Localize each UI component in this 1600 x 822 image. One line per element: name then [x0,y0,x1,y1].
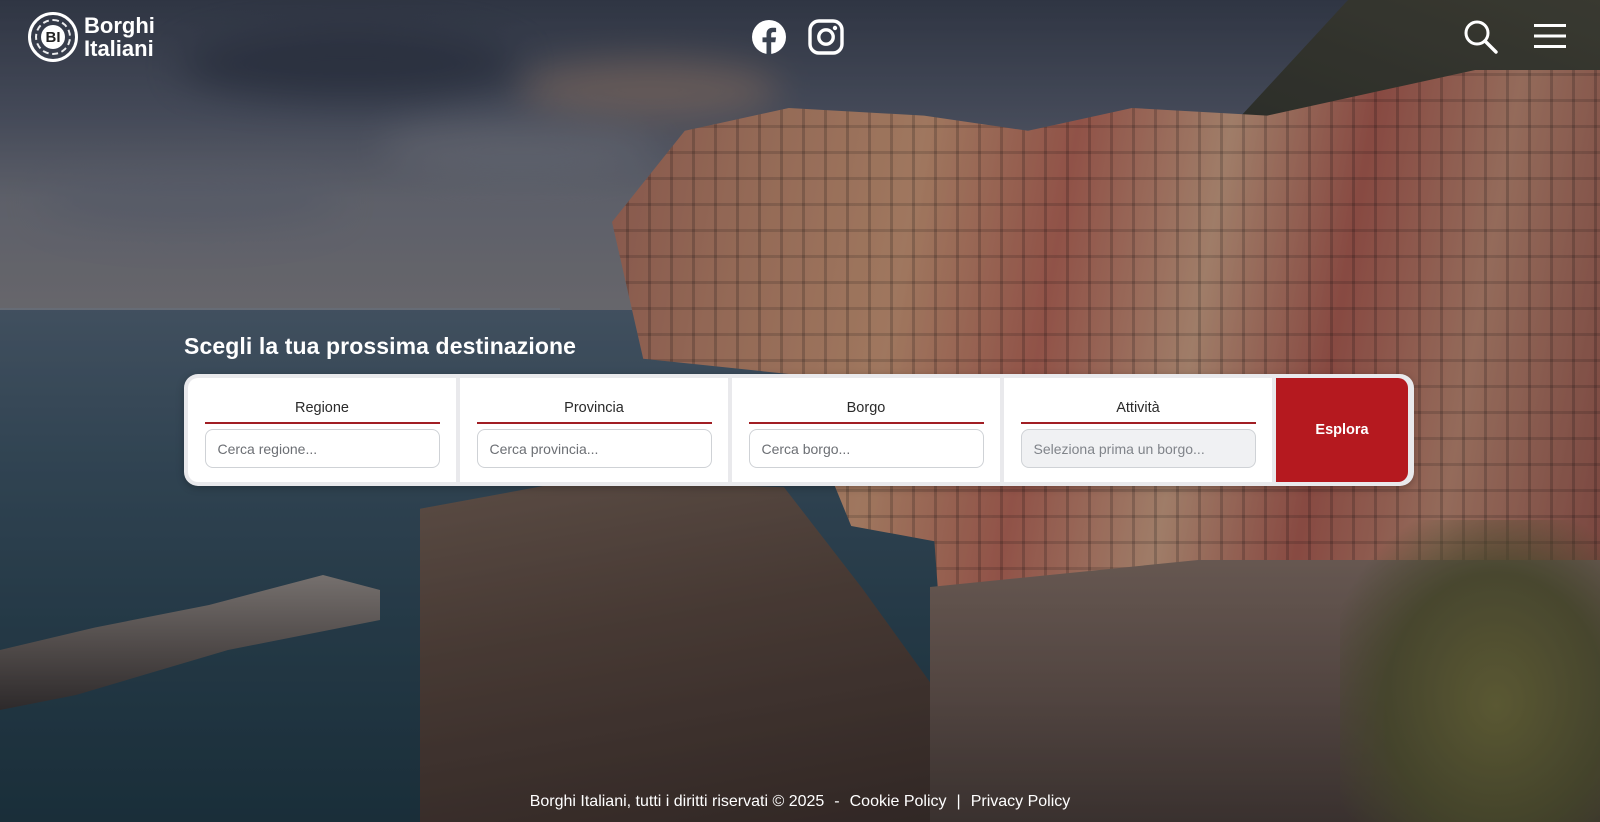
footer: Borghi Italiani, tutti i diritti riserva… [0,793,1600,811]
logo-initials: BI [41,25,65,49]
village-input[interactable] [748,429,984,468]
search-button[interactable] [1460,16,1500,56]
activity-field: Attività [1004,378,1272,482]
region-input[interactable] [204,429,440,468]
activity-input[interactable] [1020,429,1256,468]
logo-line-1: Borghi [84,13,155,38]
header-actions [1460,16,1570,56]
social-links [750,18,844,55]
province-field: Provincia [460,378,728,482]
region-label: Regione [204,400,440,424]
province-label: Provincia [476,400,712,424]
province-input[interactable] [476,429,712,468]
activity-label: Attività [1020,400,1256,424]
logo-wordmark: Borghi Italiani [84,14,155,60]
region-field: Regione [188,378,456,482]
copyright-text: Borghi Italiani, tutti i diritti riserva… [529,793,825,810]
explore-button[interactable]: Esplora [1276,378,1408,482]
hamburger-menu-icon [1534,24,1566,48]
privacy-policy-link[interactable]: Privacy Policy [971,793,1071,811]
menu-button[interactable] [1530,16,1570,56]
search-icon [1464,20,1498,54]
site-logo[interactable]: BI Borghi Italiani [28,11,155,63]
facebook-link[interactable] [750,18,787,55]
village-field: Borgo [732,378,1000,482]
search-headline: Scegli la tua prossima destinazione [184,333,577,359]
instagram-icon [807,18,844,55]
facebook-icon [751,19,786,55]
footer-dash: - [834,793,840,810]
logo-emblem-icon: BI [28,12,78,62]
cookie-policy-link[interactable]: Cookie Policy [850,793,947,811]
footer-separator: | [956,793,961,810]
village-label: Borgo [748,400,984,424]
search-panel: Regione Provincia Borgo Attività Esplora [184,374,1414,486]
logo-line-2: Italiani [84,36,154,61]
instagram-link[interactable] [807,18,844,55]
